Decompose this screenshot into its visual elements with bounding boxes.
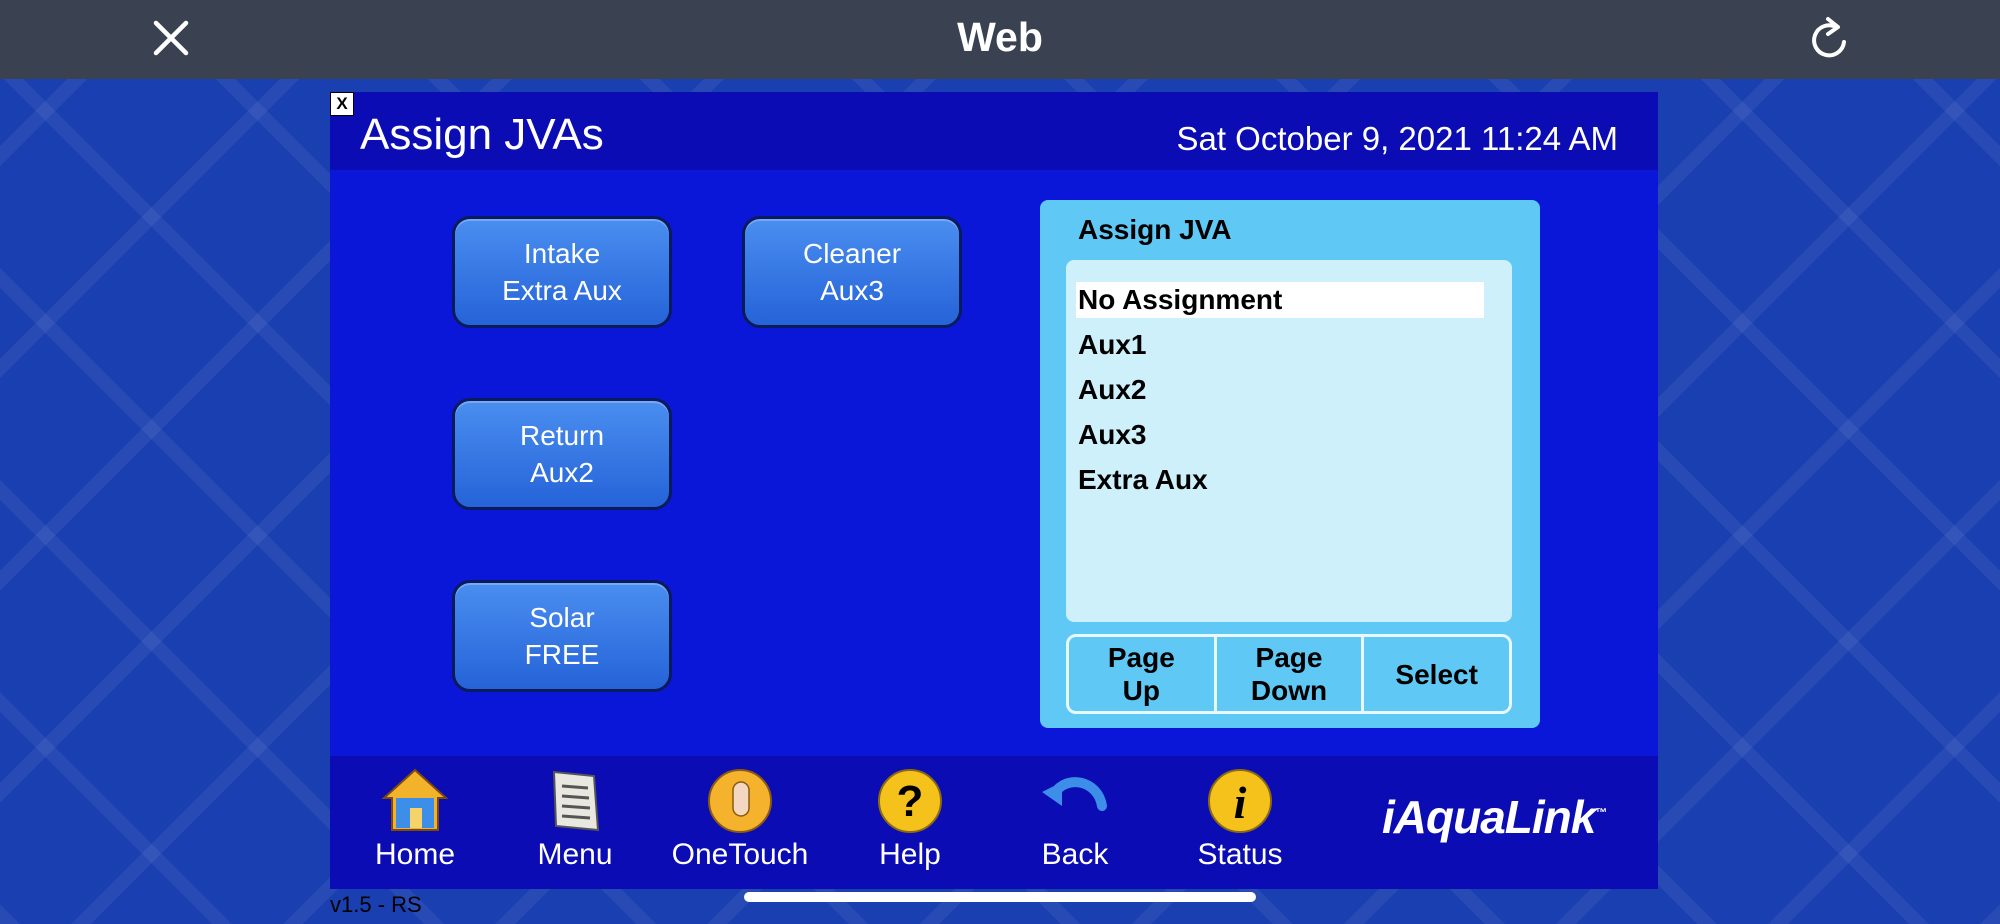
nav-onetouch[interactable]: OneTouch: [665, 766, 815, 886]
jva-assignment: Aux3: [820, 275, 884, 306]
page-up-button[interactable]: Page Up: [1069, 637, 1217, 711]
list-item-extra-aux[interactable]: Extra Aux: [1076, 462, 1484, 498]
reload-icon[interactable]: [1800, 12, 1860, 64]
jva-button-intake[interactable]: Intake Extra Aux: [452, 216, 672, 328]
page-up-line2: Up: [1122, 675, 1160, 706]
assign-jva-title: Assign JVA: [1078, 214, 1232, 245]
menu-icon: [552, 770, 600, 832]
jva-button-solar[interactable]: Solar FREE: [452, 580, 672, 692]
nav-label: Status: [1197, 838, 1283, 871]
home-icon: [381, 768, 449, 831]
home-indicator[interactable]: [744, 892, 1256, 902]
logo-text: iAquaLink: [1382, 791, 1596, 843]
aqualink-panel: X Assign JVAs Sat October 9, 2021 11:24 …: [330, 92, 1658, 889]
page-down-button[interactable]: Page Down: [1217, 637, 1365, 711]
nav-label: Menu: [537, 838, 613, 871]
nav-label: OneTouch: [671, 838, 809, 871]
nav-label: Help: [879, 838, 941, 871]
nav-home[interactable]: Home: [340, 766, 490, 886]
onetouch-icon: [708, 769, 772, 833]
list-item-aux1[interactable]: Aux1: [1076, 327, 1484, 363]
datetime: Sat October 9, 2021 11:24 AM: [1176, 120, 1618, 157]
nav-menu[interactable]: Menu: [500, 766, 650, 886]
assignment-list[interactable]: No Assignment Aux1 Aux2 Aux3 Extra Aux: [1066, 260, 1512, 622]
help-icon: ?: [878, 769, 942, 833]
jva-assignment: Aux2: [530, 457, 594, 488]
jva-assignment: FREE: [524, 639, 600, 670]
jva-name: Cleaner: [802, 238, 902, 269]
jva-button-return[interactable]: Return Aux2: [452, 398, 672, 510]
panel-header: X Assign JVAs Sat October 9, 2021 11:24 …: [330, 92, 1658, 170]
list-item-aux2[interactable]: Aux2: [1076, 372, 1484, 408]
jva-name: Solar: [529, 602, 595, 633]
browser-top-bar: Web: [0, 0, 2000, 79]
page-down-line2: Down: [1250, 675, 1328, 706]
list-button-row: Page Up Page Down Select: [1066, 634, 1512, 714]
page-title: Assign JVAs: [360, 110, 604, 159]
jva-button-cleaner[interactable]: Cleaner Aux3: [742, 216, 962, 328]
nav-label: Home: [374, 838, 456, 871]
svg-text:?: ?: [897, 777, 924, 826]
panel-close-button[interactable]: X: [330, 92, 354, 116]
select-button[interactable]: Select: [1364, 637, 1509, 711]
status-icon: i: [1208, 769, 1272, 833]
nav-label: Back: [1041, 838, 1109, 871]
version-label: v1.5 - RS: [330, 892, 422, 917]
logo-trademark: ™: [1595, 805, 1607, 820]
bottom-nav-bar: Home Menu OneTouch ? Help Back i Status …: [330, 756, 1658, 889]
svg-text:i: i: [1234, 777, 1247, 828]
page-down-line1: Page: [1255, 642, 1323, 673]
nav-status[interactable]: i Status: [1165, 766, 1315, 886]
jva-assignment: Extra Aux: [502, 275, 622, 306]
list-item-no-assignment[interactable]: No Assignment: [1076, 282, 1484, 318]
iaqualink-logo: iAquaLink™: [1382, 790, 1607, 844]
jva-name: Intake: [523, 238, 601, 269]
nav-help[interactable]: ? Help: [835, 766, 985, 886]
page-up-line1: Page: [1107, 642, 1175, 673]
list-item-aux3[interactable]: Aux3: [1076, 417, 1484, 453]
browser-title: Web: [957, 14, 1043, 60]
assign-jva-dialog: Assign JVA No Assignment Aux1 Aux2 Aux3 …: [1040, 200, 1540, 728]
nav-back[interactable]: Back: [1000, 766, 1150, 886]
back-icon: [1042, 777, 1107, 811]
jva-name: Return: [519, 420, 605, 451]
